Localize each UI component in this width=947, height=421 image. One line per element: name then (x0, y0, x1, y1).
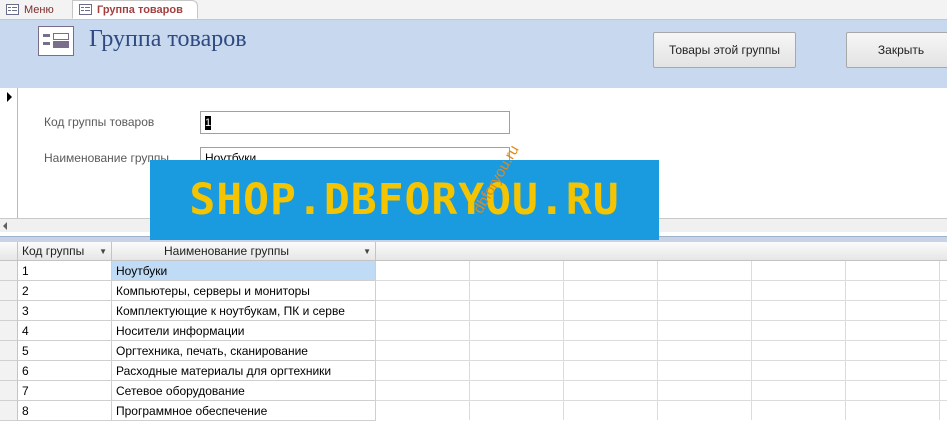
cell-code[interactable]: 4 (18, 321, 112, 341)
form-icon (38, 26, 74, 56)
group-code-field[interactable]: 1 (200, 111, 510, 134)
empty-header-area (376, 242, 947, 261)
group-code-label: Код группы товаров (44, 115, 155, 129)
grid-line (376, 380, 947, 381)
grid-line (376, 360, 947, 361)
column-filter-dropdown-icon[interactable]: ▼ (363, 247, 371, 256)
grid-line (376, 340, 947, 341)
column-filter-dropdown-icon[interactable]: ▼ (99, 247, 107, 256)
cell-name[interactable]: Оргтехника, печать, сканирование (112, 341, 376, 361)
cell-name[interactable]: Носители информации (112, 321, 376, 341)
cell-code[interactable]: 2 (18, 281, 112, 301)
column-header-name[interactable]: Наименование группы ▼ (112, 242, 376, 261)
row-selector[interactable] (0, 401, 18, 421)
grid-line (376, 320, 947, 321)
cell-code[interactable]: 7 (18, 381, 112, 401)
row-selector[interactable] (0, 381, 18, 401)
tab-menu-label: Меню (24, 3, 54, 16)
row-selector[interactable] (0, 301, 18, 321)
watermark-banner: SHOP.DBFORYOU.RU (150, 160, 659, 240)
current-record-arrow-icon (7, 92, 12, 102)
grid-line (376, 280, 947, 281)
tab-product-group[interactable]: Группа товаров (72, 0, 198, 19)
form-header: Группа товаров Товары этой группы Закрыт… (0, 20, 947, 88)
column-header-name-label: Наименование группы (164, 244, 290, 258)
document-tab-bar: Меню Группа товаров (0, 0, 947, 20)
tab-product-group-label: Группа товаров (97, 3, 183, 16)
cell-name[interactable]: Комплектующие к ноутбукам, ПК и серве (112, 301, 376, 321)
scroll-left-icon[interactable] (3, 222, 7, 230)
group-products-button[interactable]: Товары этой группы (653, 32, 796, 68)
cell-name[interactable]: Сетевое оборудование (112, 381, 376, 401)
record-selector[interactable] (0, 88, 18, 218)
cell-code[interactable]: 3 (18, 301, 112, 321)
row-selector[interactable] (0, 261, 18, 281)
column-header-code-label: Код группы (22, 244, 85, 258)
row-selector[interactable] (0, 361, 18, 381)
group-code-value: 1 (205, 116, 212, 130)
cell-code[interactable]: 8 (18, 401, 112, 421)
grid-line (376, 300, 947, 301)
cell-name[interactable]: Компьютеры, серверы и мониторы (112, 281, 376, 301)
column-header-code[interactable]: Код группы ▼ (18, 242, 112, 261)
cell-code[interactable]: 6 (18, 361, 112, 381)
cell-code[interactable]: 5 (18, 341, 112, 361)
cell-name[interactable]: Программное обеспечение (112, 401, 376, 421)
cell-name[interactable]: Расходные материалы для оргтехники (112, 361, 376, 381)
row-selector[interactable] (0, 341, 18, 361)
close-button[interactable]: Закрыть (846, 32, 947, 68)
grid-line (376, 400, 947, 401)
form-icon (6, 4, 19, 15)
tab-menu[interactable]: Меню (0, 0, 66, 19)
row-selector[interactable] (0, 281, 18, 301)
cell-name[interactable]: Ноутбуки (112, 261, 376, 281)
watermark-banner-text: SHOP.DBFORYOU.RU (189, 175, 620, 225)
form-icon (79, 4, 92, 15)
cell-code[interactable]: 1 (18, 261, 112, 281)
datasheet: Код группы ▼ Наименование группы ▼ 1 Ноу… (0, 242, 947, 421)
select-all-corner[interactable] (0, 242, 18, 261)
row-selector[interactable] (0, 321, 18, 341)
page-title: Группа товаров (89, 26, 247, 52)
